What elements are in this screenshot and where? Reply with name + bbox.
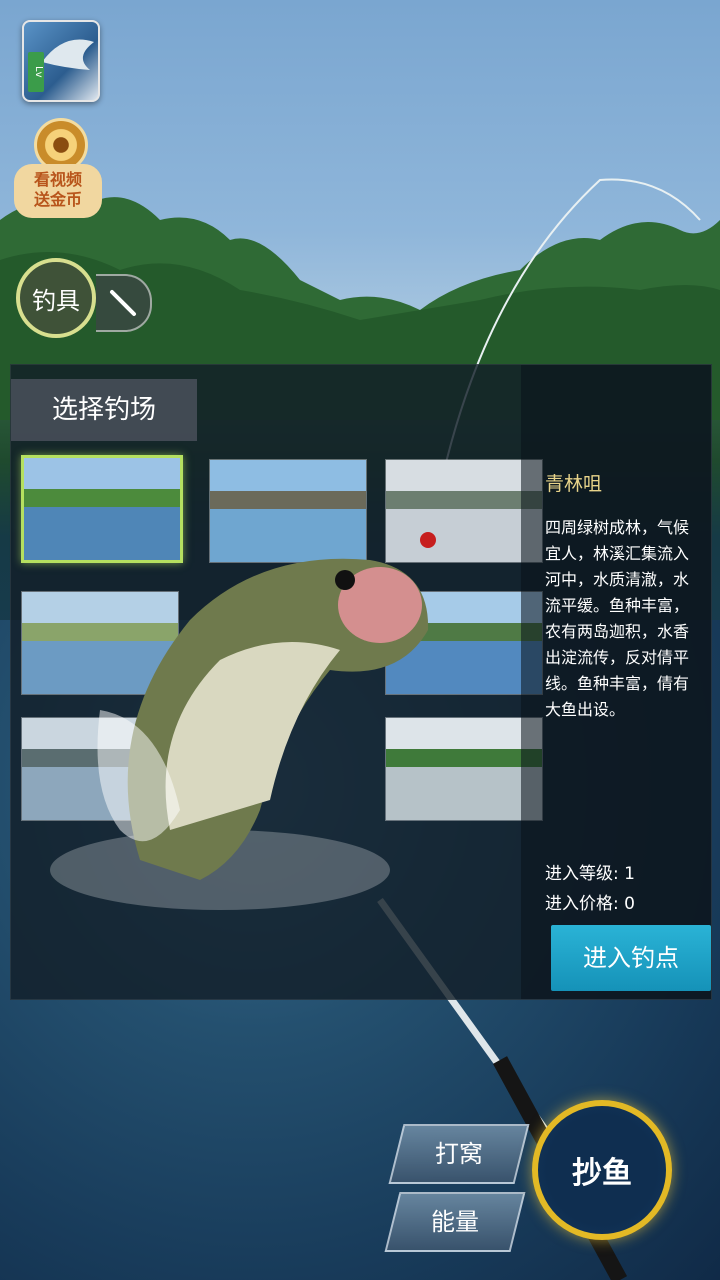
spot-info: 青林咀 四周绿树成林，气候宜人，林溪汇集流入河中，水质清澈，水流平缓。鱼种丰富，… [521, 365, 711, 999]
entry-level: 进入等级: 1 [545, 859, 635, 884]
catch-fish-label: 抄鱼 [572, 1156, 632, 1191]
gear-button[interactable]: 钓具 [16, 258, 96, 338]
spot-description: 四周绿树成林，气候宜人，林溪汇集流入河中，水质清澈，水流平缓。鱼种丰富，农有两岛… [545, 518, 690, 719]
jumping-fish-illustration [50, 532, 436, 910]
energy-button[interactable]: 能量 [384, 1192, 526, 1252]
watch-video-coin-button[interactable]: 看视频 送金币 [12, 118, 104, 220]
player-avatar[interactable]: Lv [22, 20, 100, 102]
chum-button-label: 打窝 [435, 1140, 483, 1168]
energy-button-label: 能量 [431, 1208, 479, 1236]
fishing-rod-icon [110, 290, 136, 316]
entry-price-label: 进入价格: [545, 894, 619, 914]
enter-spot-button[interactable]: 进入钓点 [551, 925, 711, 991]
gear-button-label: 钓具 [32, 286, 80, 315]
entry-price-value: 0 [624, 894, 635, 914]
coin-button-label: 看视频 送金币 [14, 164, 102, 218]
chum-button[interactable]: 打窝 [388, 1124, 530, 1184]
entry-level-value: 1 [624, 864, 635, 884]
spot-name: 青林咀 [545, 473, 603, 495]
entry-level-label: 进入等级: [545, 864, 619, 884]
level-badge: Lv [28, 52, 44, 92]
entry-price: 进入价格: 0 [545, 889, 635, 914]
rod-select-button[interactable] [96, 274, 152, 332]
panel-title: 选择钓场 [11, 379, 197, 441]
catch-fish-button[interactable]: 抄鱼 [532, 1100, 672, 1240]
